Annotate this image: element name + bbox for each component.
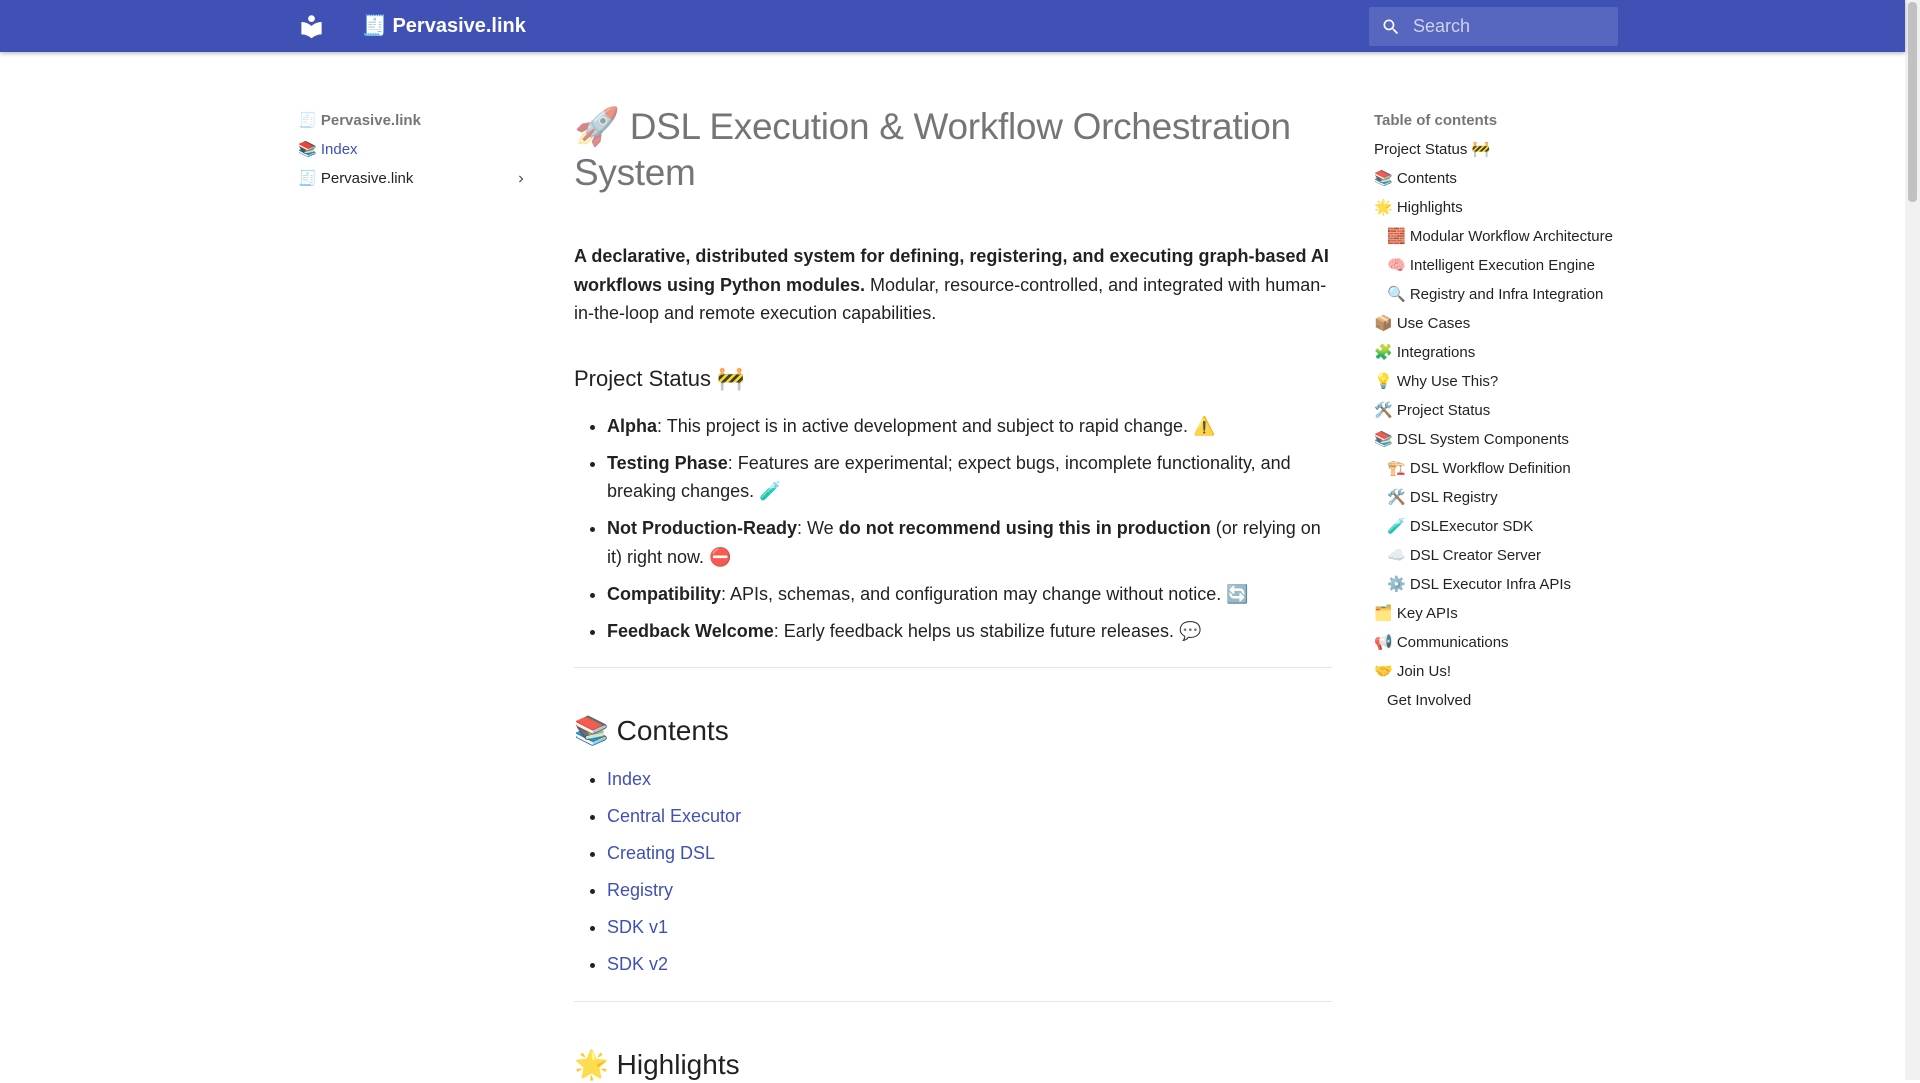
toc-item-contents[interactable]: 📚 Contents: [1374, 166, 1618, 195]
status-item-label: Not Production-Ready: [607, 518, 798, 538]
toc-item-communications[interactable]: 📢 Communications: [1374, 630, 1618, 659]
section-divider: [574, 1000, 1332, 1002]
lead-paragraph: A declarative, distributed system for de…: [574, 242, 1332, 328]
main-content: 🚀 DSL Execution & Workflow Orchestration…: [574, 104, 1332, 1083]
top-header: 🧾 Pervasive.link: [0, 0, 1905, 52]
status-item-label: Testing Phase: [607, 452, 728, 473]
toc-item-intelligent-execution-engine[interactable]: 🧠 Intelligent Execution Engine: [1374, 253, 1618, 282]
chevron-right-icon[interactable]: [514, 172, 528, 186]
list-item: Registry: [607, 876, 1332, 905]
toc-item-registry-and-infra-integration[interactable]: 🔍 Registry and Infra Integration: [1374, 282, 1618, 311]
status-item-label: Compatibility: [607, 583, 722, 604]
toc-item-key-apis[interactable]: 🗂️ Key APIs: [1374, 601, 1618, 630]
page-title: 🚀 DSL Execution & Workflow Orchestration…: [574, 106, 1291, 193]
search-box[interactable]: [1369, 7, 1618, 46]
status-item-feedback-welcome: Feedback Welcome: Early feedback helps u…: [607, 617, 1332, 646]
toc-item-dsl-executor-infra-apis[interactable]: ⚙️ DSL Executor Infra APIs: [1374, 572, 1618, 601]
toc-item-use-cases[interactable]: 📦 Use Cases: [1374, 311, 1618, 340]
search-input[interactable]: [1413, 7, 1613, 46]
list-item: Index: [607, 765, 1332, 794]
nav-item-index[interactable]: 📚 Index: [298, 137, 530, 166]
status-item-text: : This project is in active development …: [657, 415, 1216, 436]
project-status-list: Alpha: This project is in active develop…: [574, 412, 1332, 646]
nav-title: 🧾 Pervasive.link: [298, 112, 421, 129]
contents-link-central-executor[interactable]: Central Executor: [607, 806, 741, 826]
status-item-text: : Early feedback helps us stabilize futu…: [773, 620, 1202, 641]
site-title[interactable]: 🧾 Pervasive.link: [362, 13, 526, 40]
toc-item-modular-workflow-architecture[interactable]: 🧱 Modular Workflow Architecture: [1374, 224, 1618, 253]
primary-navigation: 🧾 Pervasive.link 📚 Index 🧾 Pervasive.lin…: [298, 108, 530, 195]
book-logo-icon[interactable]: [298, 13, 325, 40]
highlights-heading: 🌟 Highlights: [574, 1048, 740, 1080]
status-item-text: : We: [797, 518, 839, 538]
toc-title: Table of contents: [1374, 112, 1498, 129]
list-item: SDK v2: [607, 950, 1332, 979]
contents-list: Index Central Executor Creating DSL Regi…: [574, 765, 1332, 979]
status-item-text: : APIs, schemas, and configuration may c…: [721, 583, 1249, 604]
status-item-compatibility: Compatibility: APIs, schemas, and config…: [607, 580, 1332, 609]
contents-link-sdk-v2[interactable]: SDK v2: [607, 954, 668, 974]
search-icon[interactable]: [1381, 17, 1401, 37]
nav-item-pervasive-link[interactable]: 🧾 Pervasive.link: [298, 166, 530, 195]
status-item-emphasis: do not recommend using this in productio…: [838, 518, 1211, 538]
section-divider: [574, 667, 1332, 668]
toc-item-dsl-creator-server[interactable]: ☁️ DSL Creator Server: [1374, 543, 1618, 572]
toc-item-dslexecutor-sdk[interactable]: 🧪 DSLExecutor SDK: [1374, 514, 1618, 543]
toc-item-why-use-this[interactable]: 💡 Why Use This?: [1374, 369, 1618, 398]
toc-item-project-status[interactable]: Project Status 🚧: [1374, 137, 1618, 166]
status-item-label: Feedback Welcome: [607, 620, 774, 641]
contents-link-registry[interactable]: Registry: [607, 880, 673, 900]
status-item-testing-phase: Testing Phase: Features are experimental…: [607, 449, 1332, 506]
toc-item-dsl-system-components[interactable]: 📚 DSL System Components: [1374, 427, 1618, 456]
toc-item-dsl-registry[interactable]: 🛠️ DSL Registry: [1374, 485, 1618, 514]
status-item-not-production-ready: Not Production-Ready: We do not recommen…: [607, 514, 1332, 571]
list-item: Creating DSL: [607, 839, 1332, 868]
scrollbar-thumb[interactable]: [1908, 2, 1917, 202]
toc-item-get-involved[interactable]: Get Involved: [1374, 688, 1618, 717]
contents-link-creating-dsl[interactable]: Creating DSL: [607, 843, 715, 863]
toc-item-dsl-workflow-definition[interactable]: 🏗️ DSL Workflow Definition: [1374, 456, 1618, 485]
contents-link-index[interactable]: Index: [607, 769, 651, 789]
list-item: SDK v1: [607, 913, 1332, 942]
toc-item-integrations[interactable]: 🧩 Integrations: [1374, 340, 1618, 369]
contents-link-sdk-v1[interactable]: SDK v1: [607, 917, 668, 937]
contents-heading: 📚 Contents: [574, 715, 729, 746]
table-of-contents: Table of contents Project Status 🚧 📚 Con…: [1374, 108, 1618, 717]
status-item-alpha: Alpha: This project is in active develop…: [607, 412, 1332, 441]
status-item-label: Alpha: [607, 415, 658, 436]
nav-item-label: 🧾 Pervasive.link: [298, 170, 414, 187]
toc-item-join-us[interactable]: 🤝 Join Us!: [1374, 659, 1618, 688]
project-status-heading: Project Status 🚧: [574, 365, 745, 391]
toc-item-project-status-2[interactable]: 🛠️ Project Status: [1374, 398, 1618, 427]
list-item: Central Executor: [607, 802, 1332, 831]
toc-item-highlights[interactable]: 🌟 Highlights: [1374, 195, 1618, 224]
